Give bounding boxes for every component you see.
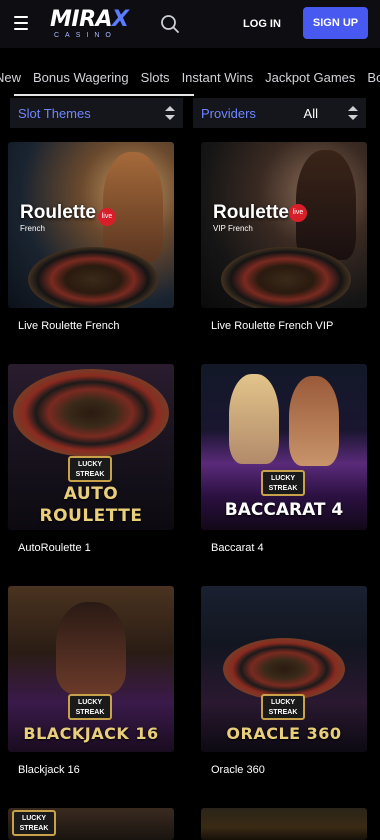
game-thumbnail[interactable]: LUCKY STREAK BACCARAT 4: [201, 364, 367, 530]
lucky-streak-logo: LUCKY STREAK: [68, 456, 112, 482]
login-button[interactable]: LOG IN: [236, 10, 288, 38]
providers-select[interactable]: Providers All: [193, 98, 366, 128]
game-art-subtitle: VIP French: [213, 224, 253, 233]
game-thumbnail[interactable]: Roulette live French: [8, 142, 174, 308]
tab-instant-wins[interactable]: Instant Wins: [182, 70, 254, 85]
slot-themes-select[interactable]: Slot Themes: [10, 98, 183, 128]
game-art-title: Roulette: [213, 202, 289, 223]
lucky-streak-logo: LUCKY STREAK: [261, 694, 305, 720]
lucky-streak-logo: LUCKY STREAK: [261, 470, 305, 496]
game-thumbnail[interactable]: [201, 808, 367, 840]
game-art-title: BLACKJACK 16: [23, 724, 159, 743]
game-card[interactable]: LUCKY STREAK AUTO ROULETTE AutoRoulette …: [8, 364, 174, 554]
game-art-title-line2: ROULETTE: [39, 506, 143, 526]
signup-button[interactable]: SIGN UP: [303, 7, 368, 39]
game-card[interactable]: LUCKY STREAK BLACKJACK 16 Blackjack 16: [8, 586, 174, 776]
category-tabs: New Bonus Wagering Slots Instant Wins Ja…: [0, 60, 380, 96]
game-art-title: ORACLE 360: [226, 724, 342, 743]
game-card[interactable]: Roulette live VIP French Live Roulette F…: [201, 142, 367, 332]
game-thumbnail[interactable]: LUCKY STREAK ORACLE 360: [201, 586, 367, 752]
game-card[interactable]: LUCKY STREAK BACCARAT 4 Baccarat 4: [201, 364, 367, 554]
live-badge: live: [98, 208, 116, 226]
game-title: Baccarat 4: [211, 542, 264, 554]
game-art-title: AUTO: [63, 484, 119, 504]
game-title: Live Roulette French: [18, 320, 120, 332]
game-art-title: BACCARAT 4: [224, 500, 344, 520]
tab-bonus-wagering[interactable]: Bonus Wagering: [33, 70, 129, 85]
game-title: Oracle 360: [211, 764, 265, 776]
dealer-image: [56, 602, 126, 694]
slot-themes-label: Slot Themes: [18, 105, 91, 121]
game-card[interactable]: Roulette live French Live Roulette Frenc…: [8, 142, 174, 332]
game-title: Live Roulette French VIP: [211, 320, 334, 332]
game-title: Blackjack 16: [18, 764, 80, 776]
dealer-image: [289, 376, 339, 466]
roulette-wheel-image: [13, 369, 169, 457]
roulette-wheel-image: [28, 247, 158, 308]
game-card[interactable]: LUCKY STREAK: [8, 808, 174, 840]
dealer-image: [229, 374, 279, 464]
hamburger-icon[interactable]: [14, 16, 28, 30]
game-title: AutoRoulette 1: [18, 542, 91, 554]
search-icon[interactable]: [160, 14, 180, 34]
providers-value: All: [303, 105, 318, 121]
game-art-title: Roulette: [20, 202, 96, 223]
sort-arrows-icon: [165, 106, 175, 120]
tab-slots[interactable]: Slots: [141, 70, 170, 85]
tab-new[interactable]: New: [0, 70, 21, 85]
tab-jackpot-games[interactable]: Jackpot Games: [265, 70, 355, 85]
lucky-streak-logo: LUCKY STREAK: [68, 694, 112, 720]
lucky-streak-logo: LUCKY STREAK: [12, 810, 56, 836]
game-art-subtitle: French: [20, 224, 45, 233]
dealer-image: [296, 150, 356, 260]
game-thumbnail[interactable]: LUCKY STREAK BLACKJACK 16: [8, 586, 174, 752]
mirax-logo[interactable]: MIRAX CASINO: [50, 8, 135, 42]
tab-more[interactable]: Bo: [367, 70, 380, 85]
game-card[interactable]: LUCKY STREAK ORACLE 360 Oracle 360: [201, 586, 367, 776]
game-thumbnail[interactable]: LUCKY STREAK AUTO ROULETTE: [8, 364, 174, 530]
game-thumbnail[interactable]: Roulette live VIP French: [201, 142, 367, 308]
game-thumbnail[interactable]: LUCKY STREAK: [8, 808, 174, 840]
top-header: MIRAX CASINO LOG IN SIGN UP: [0, 0, 380, 48]
tab-scroll-indicator: [14, 94, 194, 96]
roulette-wheel-image: [223, 638, 345, 700]
game-card[interactable]: [201, 808, 367, 840]
live-badge: live: [289, 204, 307, 222]
dealer-image: [103, 152, 163, 262]
sort-arrows-icon: [348, 106, 358, 120]
providers-label: Providers: [201, 105, 256, 121]
roulette-wheel-image: [221, 247, 351, 308]
